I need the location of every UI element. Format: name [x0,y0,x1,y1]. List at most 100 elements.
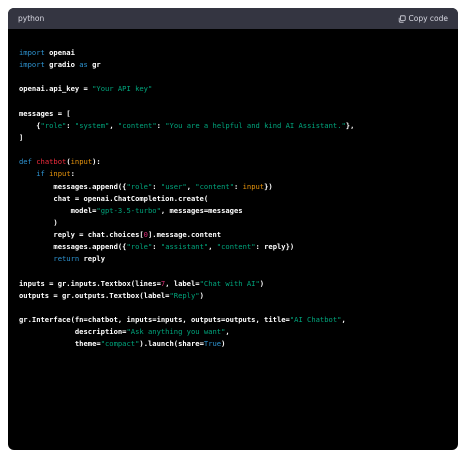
code-line: messages = [ [19,108,447,120]
copy-code-button[interactable]: Copy code [398,14,449,23]
code-line: if input: [19,168,447,180]
code-text: ).launch(share= [139,339,204,349]
code-text: , label= [165,278,200,288]
code-text: model= [19,205,97,215]
code-text: theme= [19,339,101,349]
code-line: gr.Interface(fn=chatbot, inputs=inputs, … [19,314,447,326]
code-string: "Your API key" [92,84,153,94]
code-text: messages.append({ [19,242,127,252]
code-text: chat = openai.ChatCompletion.create( [19,193,209,203]
code-text: outputs = gr.outputs.Textbox(label= [19,290,170,300]
code-function-name: chatbot [36,157,67,167]
code-line: inputs = gr.inputs.Textbox(lines=7, labe… [19,278,447,290]
code-text: , [208,242,217,252]
code-text: messages = [ [19,108,71,118]
code-keyword: import [19,48,45,57]
code-text: messages.append({ [19,181,127,191]
code-text: : [66,120,75,130]
code-keyword: if [36,169,45,179]
code-text: reply = chat.choices[ [19,230,144,240]
code-keyword: import [19,60,45,70]
code-line: {"role": "system", "content": "You are a… [19,120,447,132]
code-text: ) [199,290,204,300]
code-string: "role" [126,242,153,252]
code-body: import openai import gradio as gr openai.… [8,29,458,351]
code-text: , [186,181,196,191]
code-block: python Copy code import openai import gra… [8,8,458,450]
code-header: python Copy code [8,8,458,29]
code-line: reply = chat.choices[0].message.content [19,229,447,241]
code-text: : [152,181,161,191]
code-text: ] [19,132,24,142]
code-text: openai.api_key = [19,84,93,94]
code-string: "Ask anything you want" [126,327,226,337]
code-text: openai [44,48,75,57]
code-builtin: input [242,181,265,191]
code-text: reply [79,254,106,264]
code-text: ].message.content [147,230,222,240]
code-text: gr.Interface(fn=chatbot, inputs=inputs, … [19,315,290,325]
clipboard-icon [398,14,406,23]
code-text: ) [221,339,226,349]
code-keyword: True [203,339,222,349]
code-keyword: as [79,60,88,70]
code-line: outputs = gr.outputs.Textbox(label="Repl… [19,290,447,302]
code-line: messages.append({"role": "assistant", "c… [19,241,447,253]
code-line: messages.append({"role": "user", "conten… [19,181,447,193]
code-string: "system" [74,120,110,130]
code-keyword: def [19,157,32,167]
code-string: "assistant" [160,242,209,252]
code-text: inputs = gr.inputs.Textbox(lines= [19,278,161,288]
code-line: ] [19,132,447,144]
code-line: return reply [19,253,447,265]
code-string: "role" [126,181,153,191]
code-string: "gpt-3.5-turbo" [96,205,161,215]
code-line: openai.api_key = "Your API key" [19,83,447,95]
code-text: description= [19,327,127,337]
code-text: }) [264,181,273,191]
code-text: : reply}) [255,242,295,252]
code-string: "content" [117,120,157,130]
code-text: }, [345,120,355,130]
code-text: : [152,242,161,252]
code-text: , [109,120,118,130]
code-builtin: input [49,169,71,179]
code-line: theme="compact").launch(share=True) [19,338,447,350]
code-text: , [341,315,346,325]
code-builtin: input [70,157,93,167]
code-text: , messages=messages [160,205,243,215]
code-string: "compact" [100,339,140,349]
code-text: gr [87,60,101,70]
code-text: : [234,181,243,191]
code-language-label: python [18,14,45,23]
code-string: "Reply" [169,290,200,300]
copy-code-label: Copy code [408,14,449,23]
code-line: def chatbot(input): [19,156,447,168]
code-string: "content" [195,181,234,191]
code-text: , [225,327,230,337]
code-line: ) [19,217,447,229]
code-line: model="gpt-3.5-turbo", messages=messages [19,205,447,217]
code-string: "content" [216,242,256,252]
code-text: : [156,120,166,130]
code-string: "You are a helpful and kind AI Assistant… [165,120,346,130]
code-text: ) [259,278,265,288]
code-string: "Chat with AI" [199,278,260,288]
code-line: chat = openai.ChatCompletion.create( [19,193,447,205]
code-text: ) [19,217,58,227]
code-string: "AI Chatbot" [289,315,342,325]
code-string: "role" [40,120,67,130]
code-line: description="Ask anything you want", [19,326,447,338]
code-line: import gradio as gr [19,59,447,71]
code-keyword: return [53,254,80,264]
code-text: : [70,169,75,179]
code-text: { [19,120,41,130]
code-string: "user" [160,181,187,191]
